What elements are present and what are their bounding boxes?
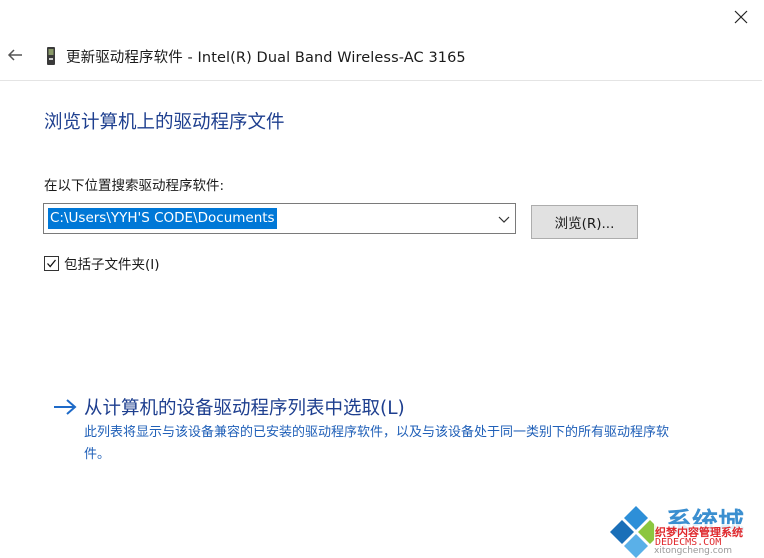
window-header: 更新驱动程序软件 - Intel(R) Dual Band Wireless-A… bbox=[0, 36, 764, 80]
close-icon bbox=[734, 10, 748, 24]
chevron-down-icon[interactable] bbox=[497, 212, 511, 226]
right-arrow-icon bbox=[54, 399, 77, 415]
search-location-label: 在以下位置搜索驱动程序软件: bbox=[44, 178, 225, 194]
search-path-combobox[interactable]: C:\Users\YYH'S CODE\Documents bbox=[43, 203, 516, 234]
checkmark-icon bbox=[47, 259, 57, 267]
watermark-url: xitongcheng.com bbox=[654, 546, 732, 556]
include-subfolders-label: 包括子文件夹(I) bbox=[64, 257, 160, 273]
page-title: 浏览计算机上的驱动程序文件 bbox=[44, 112, 285, 133]
back-button[interactable] bbox=[4, 44, 26, 66]
update-driver-window: 更新驱动程序软件 - Intel(R) Dual Band Wireless-A… bbox=[0, 0, 764, 558]
pick-from-list-title: 从计算机的设备驱动程序列表中选取(L) bbox=[84, 398, 405, 419]
search-path-value: C:\Users\YYH'S CODE\Documents bbox=[48, 208, 277, 229]
pick-from-list-link[interactable]: 从计算机的设备驱动程序列表中选取(L) bbox=[52, 394, 405, 420]
header-divider bbox=[0, 80, 762, 81]
include-subfolders-checkbox[interactable] bbox=[44, 255, 59, 271]
browse-button[interactable]: 浏览(R)... bbox=[531, 205, 638, 239]
include-subfolders-option[interactable]: 包括子文件夹(I) bbox=[44, 252, 160, 274]
window-title: 更新驱动程序软件 - Intel(R) Dual Band Wireless-A… bbox=[66, 50, 466, 66]
back-arrow-icon bbox=[7, 49, 22, 61]
watermark: 系统城 织梦内容管理系统 DEDECMS.COM xitongcheng.com bbox=[608, 500, 764, 558]
pick-from-list-description: 此列表将显示与该设备兼容的已安装的驱动程序软件，以及与该设备处于同一类别下的所有… bbox=[84, 425, 670, 462]
close-button[interactable] bbox=[726, 4, 756, 30]
network-adapter-icon bbox=[47, 47, 55, 65]
